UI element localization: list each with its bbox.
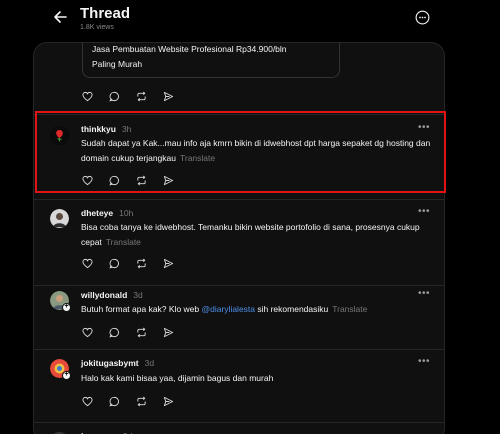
post-text: Halo kak kami bisaa yaa, dijamin bagus d… [81, 373, 274, 383]
comment-icon[interactable] [109, 91, 120, 102]
more-circle-icon[interactable] [415, 10, 430, 25]
follow-plus-icon[interactable]: + [62, 303, 71, 312]
share-icon[interactable] [163, 91, 174, 102]
comment-icon[interactable] [109, 175, 120, 186]
more-dots-icon[interactable]: ••• [418, 288, 430, 299]
heart-icon[interactable] [82, 396, 93, 407]
timestamp: 10h [119, 208, 134, 218]
repost-icon[interactable] [136, 327, 147, 338]
avatar[interactable] [50, 209, 69, 228]
post-actions [82, 91, 174, 102]
back-arrow-icon[interactable] [52, 9, 68, 25]
heart-icon[interactable] [82, 258, 93, 269]
more-dots-icon[interactable]: ••• [418, 356, 430, 367]
reply-post: thinkkyu 3h ••• Sudah dapat ya Kak...mau … [34, 114, 444, 199]
post-actions [82, 175, 174, 186]
timestamp: 3d [144, 358, 155, 368]
share-icon[interactable] [163, 258, 174, 269]
heart-icon[interactable] [82, 91, 93, 102]
username[interactable]: dheteye 10h [81, 208, 133, 218]
username[interactable]: thinkkyu 3h [81, 124, 131, 134]
mention-link[interactable]: @diarylialesta [202, 304, 256, 314]
reply-post: + willydonald 3d ••• Butuh format apa kak… [34, 285, 444, 349]
heart-icon[interactable] [82, 175, 93, 186]
heart-icon[interactable] [82, 327, 93, 338]
repost-icon[interactable] [136, 396, 147, 407]
comment-icon[interactable] [109, 258, 120, 269]
translate-link[interactable]: Translate [106, 237, 141, 247]
repost-icon[interactable] [136, 91, 147, 102]
comment-icon[interactable] [109, 327, 120, 338]
follow-plus-icon[interactable]: + [62, 371, 71, 380]
comment-icon[interactable] [109, 396, 120, 407]
post-text: Sudah dapat ya Kak...mau info aja kmrn b… [81, 138, 431, 163]
avatar[interactable] [50, 126, 69, 145]
timestamp: 3h [121, 124, 132, 134]
timestamp: 3d [133, 290, 143, 300]
header: Thread 1.8K views [0, 0, 500, 40]
translate-link[interactable]: Translate [332, 304, 367, 314]
quoted-post-text: Jasa Pembuatan Website Profesional Rp34.… [92, 44, 287, 69]
share-icon[interactable] [163, 327, 174, 338]
post-actions [82, 396, 174, 407]
post-actions [82, 258, 174, 269]
translate-link[interactable]: Translate [180, 153, 215, 163]
reply-post: dheteye 10h ••• Bisa coba tanya ke idwebh… [34, 199, 444, 285]
share-icon[interactable] [163, 396, 174, 407]
thread-panel: Jasa Pembuatan Website Profesional Rp34.… [33, 42, 445, 434]
repost-icon[interactable] [136, 258, 147, 269]
post-actions [82, 327, 174, 338]
repost-icon[interactable] [136, 175, 147, 186]
quoted-post-card[interactable]: Jasa Pembuatan Website Profesional Rp34.… [82, 43, 340, 78]
more-dots-icon[interactable]: ••• [418, 122, 430, 133]
reply-post: + jokitugasbymt 3d ••• Halo kak kami bisa… [34, 349, 444, 422]
view-count: 1.8K views [80, 24, 114, 31]
page-title: Thread [80, 5, 131, 22]
username[interactable]: jokitugasbymt 3d [81, 358, 154, 368]
username[interactable]: willydonald 3d [81, 290, 143, 300]
more-dots-icon[interactable]: ••• [418, 206, 430, 217]
reply-post: jasagenz3d [34, 422, 444, 434]
post-text: Bisa coba tanya ke idwebhost. Temanku bi… [81, 222, 420, 247]
share-icon[interactable] [163, 175, 174, 186]
post-text: Butuh format apa kak? Klo web @diarylial… [81, 304, 368, 314]
